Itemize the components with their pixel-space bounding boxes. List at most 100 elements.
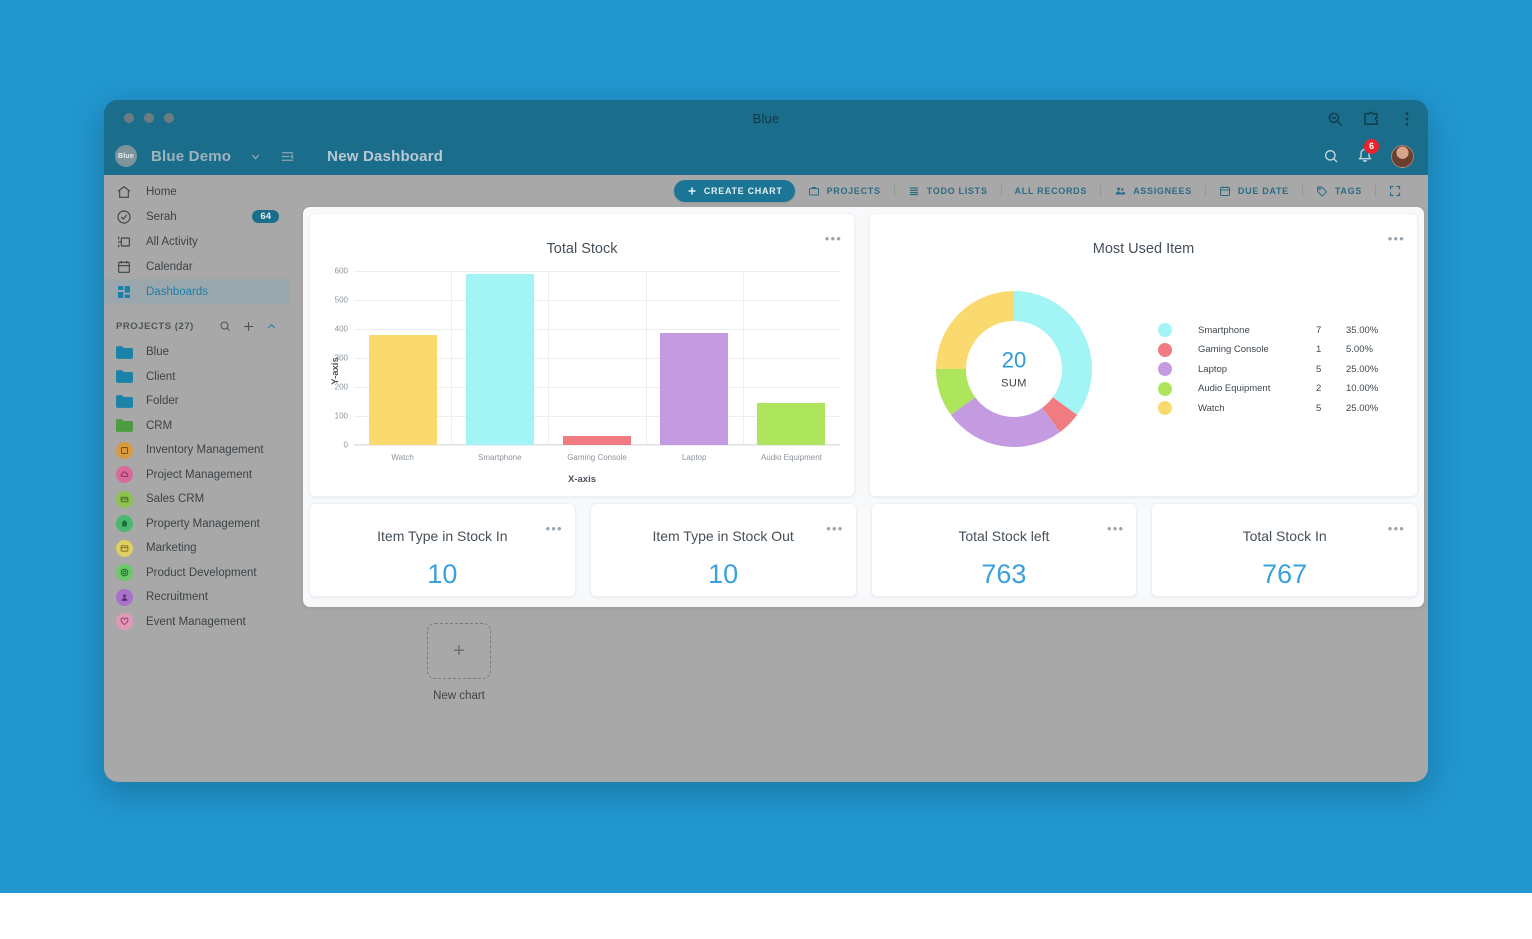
extensions-icon[interactable] xyxy=(1362,110,1380,128)
legend-color-dot xyxy=(1158,381,1172,396)
new-chart-label: New chart xyxy=(433,690,485,702)
bar[interactable] xyxy=(757,402,826,445)
plus-icon[interactable] xyxy=(242,320,255,333)
legend-color-dot xyxy=(1158,401,1172,415)
chevron-down-icon[interactable] xyxy=(249,150,262,163)
x-axis-tick: Audio Equipment xyxy=(760,453,822,462)
gear-icon xyxy=(116,564,133,582)
dashboard-grid-icon xyxy=(118,285,130,298)
kpi-title: Total Stock left xyxy=(958,528,1050,544)
kpi-title: Item Type in Stock Out xyxy=(652,528,794,544)
legend-row[interactable]: Gaming Console 1 5.00% xyxy=(1158,340,1400,360)
legend-color-dot xyxy=(1158,323,1172,337)
kpi-value: 10 xyxy=(708,559,739,589)
filter-all-records-button[interactable]: ALL RECORDS xyxy=(1002,180,1101,202)
app-body: Home Serah 64 All Activity Calendar Dash… xyxy=(104,175,1428,782)
project-item-crm[interactable]: CRM xyxy=(104,414,289,439)
donut-slice[interactable] xyxy=(950,397,1060,447)
kpi-menu-button[interactable]: ••• xyxy=(1388,522,1405,535)
chart-menu-button[interactable]: ••• xyxy=(1388,232,1405,245)
chevron-up-icon[interactable] xyxy=(266,321,277,332)
new-chart-button[interactable]: + New chart xyxy=(399,623,519,702)
search-icon[interactable] xyxy=(219,320,231,332)
project-label: Event Management xyxy=(146,615,246,628)
project-item-inventory-management[interactable]: Inventory Management xyxy=(104,438,289,463)
filter-todo-lists-button[interactable]: TODO LISTS xyxy=(895,180,1001,202)
sidebar: Home Serah 64 All Activity Calendar Dash… xyxy=(104,175,289,782)
activity-icon xyxy=(118,236,130,247)
filter-assignees-button[interactable]: ASSIGNEES xyxy=(1101,180,1205,202)
sidebar-item-calendar[interactable]: Calendar xyxy=(104,254,289,279)
sidebar-item-serah[interactable]: Serah 64 xyxy=(104,204,289,229)
legend-row[interactable]: Audio Equipment 2 10.00% xyxy=(1158,379,1400,399)
kpi-card-item-type-in-stock-in: ••• Item Type in Stock In 10 xyxy=(309,503,576,597)
x-axis-tick: Laptop xyxy=(681,453,707,462)
sidebar-item-all-activity[interactable]: All Activity xyxy=(104,229,289,254)
app-logo: Blue xyxy=(115,145,137,167)
legend-label: Audio Equipment xyxy=(1198,383,1271,394)
project-item-event-management[interactable]: Event Management xyxy=(104,610,289,635)
bar[interactable] xyxy=(660,333,729,445)
gridline xyxy=(354,445,840,446)
legend-value: 5 xyxy=(1316,363,1322,375)
folder-icon xyxy=(116,370,133,384)
search-icon[interactable] xyxy=(1323,148,1339,164)
project-item-client[interactable]: Client xyxy=(104,365,289,390)
project-label: Folder xyxy=(146,395,179,408)
app-header: Blue Blue Demo New Dashboard 6 xyxy=(104,137,1428,175)
project-item-marketing[interactable]: Marketing xyxy=(104,536,289,561)
legend-color-dot xyxy=(1158,362,1172,376)
avatar[interactable] xyxy=(1391,144,1414,168)
project-item-recruitment[interactable]: Recruitment xyxy=(104,585,289,610)
legend-percent: 25.00% xyxy=(1346,363,1379,375)
kpi-menu-button[interactable]: ••• xyxy=(1107,522,1124,535)
workspace-name[interactable]: Blue Demo xyxy=(151,148,231,165)
user-icon xyxy=(116,588,133,606)
bar[interactable] xyxy=(563,436,631,445)
dashboard-content: CREATE CHART PROJECTS TODO LISTS ALL REC… xyxy=(289,175,1428,782)
filter-due-date-button[interactable]: DUE DATE xyxy=(1206,180,1302,202)
bar[interactable] xyxy=(368,334,437,445)
chart-menu-button[interactable]: ••• xyxy=(825,232,842,245)
chart-card-total-stock: ••• Total Stock Y-axis 0 100 200 300 400 500 6… xyxy=(309,213,855,497)
project-item-blue[interactable]: Blue xyxy=(104,340,289,365)
kpi-menu-button[interactable]: ••• xyxy=(826,522,843,535)
project-label: Inventory Management xyxy=(146,444,264,457)
tag-icon xyxy=(1316,186,1328,197)
project-item-property-management[interactable]: Property Management xyxy=(104,512,289,537)
projects-section-header: PROJECTS (27) xyxy=(104,312,289,340)
filter-tags-button[interactable]: TAGS xyxy=(1303,180,1375,202)
list-icon xyxy=(909,187,918,196)
create-chart-button[interactable]: CREATE CHART xyxy=(673,180,795,202)
donut-legend: Smartphone 7 35.00% Gaming Console 1 5.00% Lap… xyxy=(1158,320,1400,418)
project-item-sales-crm[interactable]: Sales CRM xyxy=(104,487,289,512)
legend-percent: 25.00% xyxy=(1346,402,1379,414)
legend-row[interactable]: Laptop 5 25.00% xyxy=(1158,359,1400,379)
browser-menu-icon[interactable] xyxy=(1398,110,1416,128)
legend-row[interactable]: Watch 5 25.00% xyxy=(1158,398,1400,418)
project-item-product-development[interactable]: Product Development xyxy=(104,561,289,586)
filter-projects-button[interactable]: PROJECTS xyxy=(795,180,894,202)
kpi-menu-button[interactable]: ••• xyxy=(545,522,562,535)
sidebar-item-dashboards[interactable]: Dashboards xyxy=(104,279,289,304)
toolbar-label: DUE DATE xyxy=(1237,186,1289,196)
legend-row[interactable]: Smartphone 7 35.00% xyxy=(1158,320,1400,340)
zoom-out-icon[interactable] xyxy=(1326,110,1344,128)
sidebar-badge-count: 64 xyxy=(252,209,279,224)
sidebar-item-home[interactable]: Home xyxy=(104,179,289,204)
project-label: Property Management xyxy=(146,517,260,530)
fullscreen-icon xyxy=(1389,185,1401,197)
kpi-value: 767 xyxy=(1262,559,1308,589)
cloud-icon xyxy=(116,466,133,484)
project-item-folder[interactable]: Folder xyxy=(104,389,289,414)
legend-value: 7 xyxy=(1316,324,1322,336)
notifications-button[interactable]: 6 xyxy=(1357,138,1379,167)
folder-icon xyxy=(116,345,133,359)
bar[interactable] xyxy=(465,274,534,445)
y-axis-tick: 0 xyxy=(343,440,348,450)
collapse-sidebar-icon[interactable] xyxy=(280,149,295,164)
browser-titlebar: Blue xyxy=(104,100,1428,137)
project-label: Marketing xyxy=(146,542,197,555)
fullscreen-button[interactable] xyxy=(1376,180,1414,202)
project-item-project-management[interactable]: Project Management xyxy=(104,463,289,488)
